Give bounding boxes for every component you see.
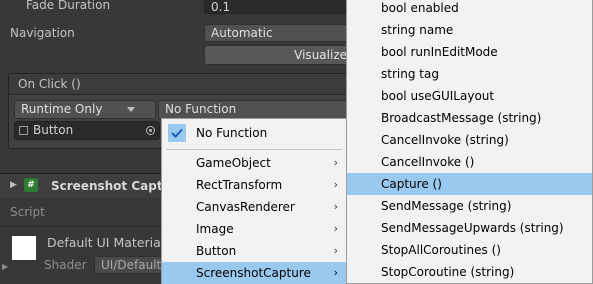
submenu-item[interactable]: StopAllCoroutines () — [347, 239, 592, 261]
function-dropdown[interactable]: No Function — [158, 100, 358, 119]
fade-duration-field[interactable]: 0.1 — [204, 0, 354, 14]
menu-item-label: No Function — [196, 126, 268, 140]
submenu-item[interactable]: SendMessageUpwards (string) — [347, 217, 592, 239]
chevron-right-icon: › — [333, 244, 338, 257]
csharp-script-icon: # — [24, 178, 38, 192]
runtime-mode-dropdown[interactable]: Runtime Only — [14, 100, 156, 119]
check-icon — [168, 124, 186, 142]
object-picker-icon[interactable] — [146, 126, 155, 135]
submenu-item-label: SendMessage (string) — [381, 199, 512, 213]
submenu-item-label: CancelInvoke (string) — [381, 133, 509, 147]
menu-item-gameobject[interactable]: GameObject › — [162, 152, 346, 174]
on-click-header: On Click () — [9, 74, 367, 95]
submenu-item[interactable]: string tag — [347, 63, 592, 85]
material-swatch-icon — [12, 236, 36, 260]
chevron-right-icon: › — [333, 156, 338, 169]
shader-label: Shader — [44, 258, 87, 272]
function-label: No Function — [165, 102, 237, 116]
submenu-item-label: StopAllCoroutines () — [381, 243, 501, 257]
submenu-item[interactable]: CancelInvoke (string) — [347, 129, 592, 151]
submenu-item[interactable]: BroadcastMessage (string) — [347, 107, 592, 129]
menu-item-canvasrenderer[interactable]: CanvasRenderer › — [162, 196, 346, 218]
submenu-item-label: CancelInvoke () — [381, 155, 475, 169]
target-object-name: Button — [33, 123, 74, 137]
function-context-menu: No Function GameObject › RectTransform ›… — [161, 118, 347, 284]
submenu-item[interactable]: bool runInEditMode — [347, 41, 592, 63]
submenu-item[interactable]: StopCoroutine (string) — [347, 261, 592, 283]
submenu-item[interactable]: bool enabled — [347, 0, 592, 19]
menu-item-label: ScreenshotCapture — [196, 266, 311, 280]
menu-item-recttransform[interactable]: RectTransform › — [162, 174, 346, 196]
screenshotcapture-submenu: bool enabled string name bool runInEditM… — [346, 0, 593, 284]
gameobject-icon — [19, 126, 28, 135]
submenu-item[interactable]: bool useGUILayout — [347, 85, 592, 107]
submenu-item-label: SendMessageUpwards (string) — [381, 221, 564, 235]
menu-item-no-function[interactable]: No Function — [162, 122, 346, 144]
submenu-item-capture[interactable]: Capture () — [347, 173, 592, 195]
submenu-item[interactable]: CancelInvoke () — [347, 151, 592, 173]
chevron-right-icon: › — [333, 266, 338, 279]
submenu-item-label: bool useGUILayout — [381, 89, 495, 103]
menu-item-image[interactable]: Image › — [162, 218, 346, 240]
runtime-mode-label: Runtime Only — [21, 102, 103, 116]
material-name: Default UI Material — [47, 235, 165, 250]
chevron-right-icon: › — [333, 222, 338, 235]
fade-duration-label: Fade Duration — [26, 0, 111, 12]
submenu-item-label: string name — [381, 23, 454, 37]
script-label: Script — [10, 205, 45, 219]
dropdown-arrow-icon — [127, 107, 135, 112]
submenu-item[interactable]: SendMessage (string) — [347, 195, 592, 217]
chevron-right-icon: › — [333, 178, 338, 191]
submenu-item-label: Capture () — [381, 177, 442, 191]
on-click-label: On Click () — [18, 77, 81, 91]
navigation-label: Navigation — [10, 26, 75, 40]
submenu-item-label: string tag — [381, 67, 439, 81]
foldout-arrow-icon[interactable]: ▶ — [10, 180, 17, 190]
submenu-item-label: BroadcastMessage (string) — [381, 111, 542, 125]
chevron-right-icon: › — [333, 200, 338, 213]
material-foldout-icon[interactable]: ▶ — [2, 262, 8, 271]
menu-item-label: CanvasRenderer — [196, 200, 295, 214]
submenu-item[interactable]: string name — [347, 19, 592, 41]
submenu-item-label: bool enabled — [381, 1, 459, 15]
menu-item-label: GameObject — [196, 156, 271, 170]
navigation-dropdown[interactable]: Automatic — [204, 24, 354, 42]
menu-item-button[interactable]: Button › — [162, 240, 346, 262]
menu-divider — [166, 149, 342, 150]
submenu-item-label: bool runInEditMode — [381, 45, 498, 59]
visualize-button[interactable]: Visualize — [204, 45, 354, 65]
target-object-field[interactable]: Button — [14, 121, 160, 140]
menu-item-label: Image — [196, 222, 234, 236]
visualize-label: Visualize — [294, 48, 347, 62]
menu-item-screenshotcapture[interactable]: ScreenshotCapture › — [162, 262, 346, 284]
menu-item-label: Button — [196, 244, 237, 258]
submenu-item-label: StopCoroutine (string) — [381, 265, 515, 279]
menu-item-label: RectTransform — [196, 178, 283, 192]
